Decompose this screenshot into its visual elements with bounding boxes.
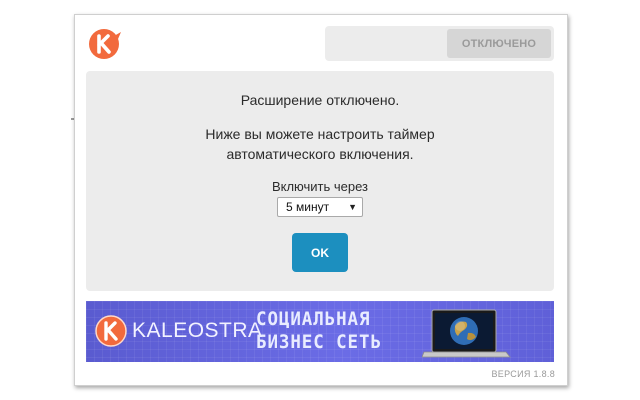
timer-select[interactable]: 5 минут ▼	[277, 197, 363, 217]
banner-slogan-line2: БИЗНЕС СЕТЬ	[256, 331, 382, 353]
dropdown-arrow-icon: ▼	[348, 202, 357, 212]
extension-popup: ОТКЛЮЧЕНО Расширение отключено. Ниже вы …	[74, 14, 568, 386]
timer-description: Ниже вы можете настроить таймер автомати…	[205, 126, 435, 162]
timer-panel: Расширение отключено. Ниже вы можете нас…	[86, 71, 554, 291]
version-label: ВЕРСИЯ 1.8.8	[491, 369, 555, 379]
disabled-message: Расширение отключено.	[240, 92, 400, 108]
disabled-status-button[interactable]: ОТКЛЮЧЕНО	[447, 29, 551, 58]
kaleostra-logo-icon	[89, 29, 121, 59]
banner-slogan: СОЦИАЛЬНАЯ БИЗНЕС СЕТЬ	[256, 308, 382, 354]
timer-label: Включить через	[271, 179, 369, 194]
banner-logo-icon	[95, 315, 127, 347]
timer-select-value: 5 минут	[286, 200, 330, 214]
ok-button[interactable]: OK	[292, 233, 348, 272]
kaleostra-banner[interactable]: KALEOSTRA СОЦИАЛЬНАЯ БИЗНЕС СЕТЬ	[86, 301, 554, 362]
banner-brand: KALEOSTRA	[132, 319, 263, 342]
banner-slogan-line1: СОЦИАЛЬНАЯ	[256, 308, 371, 330]
laptop-globe-icon	[422, 309, 511, 358]
enable-toggle[interactable]: ОТКЛЮЧЕНО	[325, 26, 554, 61]
